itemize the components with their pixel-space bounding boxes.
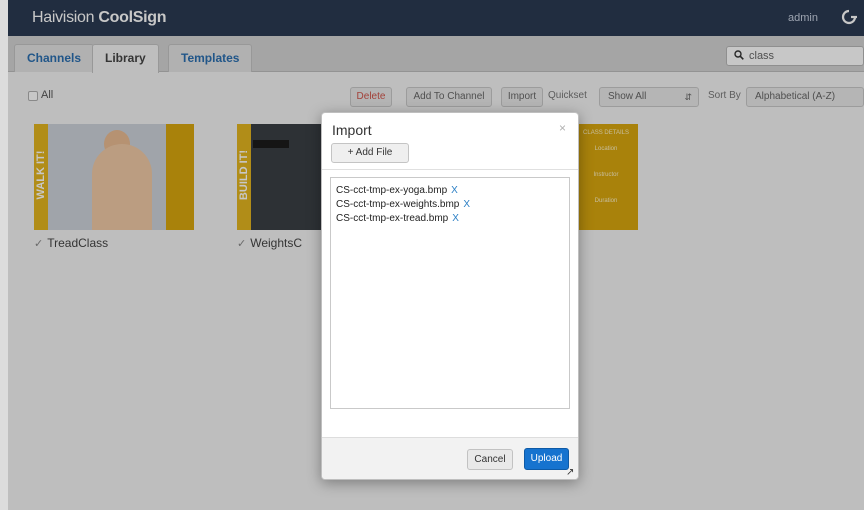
remove-file-button[interactable]: X (463, 199, 470, 210)
dialog-title: Import (332, 122, 372, 138)
divider (322, 169, 578, 170)
resize-handle-icon[interactable]: ↗ (566, 467, 574, 478)
dialog-footer: Cancel Upload (322, 437, 578, 479)
list-item: CS-cct-tmp-ex-yoga.bmp X (336, 185, 458, 196)
close-icon[interactable]: × (559, 121, 566, 135)
remove-file-button[interactable]: X (451, 185, 458, 196)
remove-file-button[interactable]: X (452, 213, 459, 224)
import-dialog: Import × + Add File CS-cct-tmp-ex-yoga.b… (321, 112, 579, 480)
add-file-button[interactable]: + Add File (331, 143, 409, 163)
upload-button[interactable]: Upload (524, 448, 569, 470)
file-list: CS-cct-tmp-ex-yoga.bmp X CS-cct-tmp-ex-we… (330, 177, 570, 409)
list-item: CS-cct-tmp-ex-tread.bmp X (336, 213, 459, 224)
app-window: Haivision CoolSign admin Channels Librar… (0, 0, 864, 510)
cancel-button[interactable]: Cancel (467, 449, 513, 470)
list-item: CS-cct-tmp-ex-weights.bmp X (336, 199, 471, 210)
